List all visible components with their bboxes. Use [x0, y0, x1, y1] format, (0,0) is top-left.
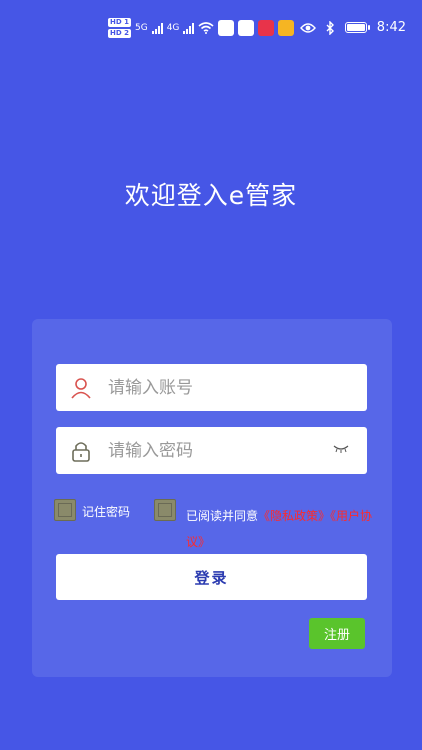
remember-password-label: 记住密码: [82, 505, 131, 519]
status-bar: HD 1 HD 2 5G 4G 8:42: [0, 0, 422, 60]
password-field[interactable]: [56, 427, 367, 474]
remember-password-checkbox[interactable]: [54, 499, 76, 521]
page-title: 欢迎登入e管家: [124, 181, 298, 210]
bluetooth-icon: [326, 20, 334, 35]
app-notification-icon-2: [238, 20, 255, 36]
password-input[interactable]: [106, 439, 320, 462]
battery-icon: [344, 22, 370, 33]
status-bar-left: HD 1 HD 2 5G 4G: [108, 18, 295, 38]
signal-icon-2: [183, 22, 195, 34]
agree-checkbox[interactable]: [154, 499, 176, 521]
network-4g-label: 4G: [166, 23, 180, 33]
status-bar-right: 8:42: [299, 20, 406, 35]
hd2-badge: HD 2: [108, 29, 131, 38]
lock-icon: [70, 440, 92, 462]
hd1-badge: HD 1: [108, 18, 131, 27]
app-notification-icon-3: [258, 20, 275, 36]
signal-icon: [151, 22, 163, 34]
wifi-icon: [198, 22, 214, 34]
app-notification-icon-1: [218, 20, 235, 36]
hide-password-icon[interactable]: [333, 443, 349, 453]
eye-comfort-icon: [299, 22, 316, 33]
network-5g-label: 5G: [134, 23, 148, 33]
clock: 8:42: [376, 20, 406, 35]
register-button[interactable]: 注册: [309, 618, 365, 649]
app-notification-icon-4: [278, 20, 295, 36]
account-field[interactable]: [56, 364, 367, 411]
privacy-policy-link[interactable]: 《隐私政策》: [258, 509, 330, 523]
login-button[interactable]: 登录: [56, 554, 367, 600]
login-card: 记住密码 已阅读并同意《隐私政策》《用户协议》 登录 注册: [32, 319, 392, 677]
account-input[interactable]: [106, 376, 320, 399]
user-icon: [70, 377, 92, 399]
agreement-text: 已阅读并同意《隐私政策》《用户协议》: [186, 503, 376, 555]
agreement-prefix: 已阅读并同意: [186, 509, 259, 523]
hd-indicators: HD 1 HD 2: [108, 18, 131, 38]
